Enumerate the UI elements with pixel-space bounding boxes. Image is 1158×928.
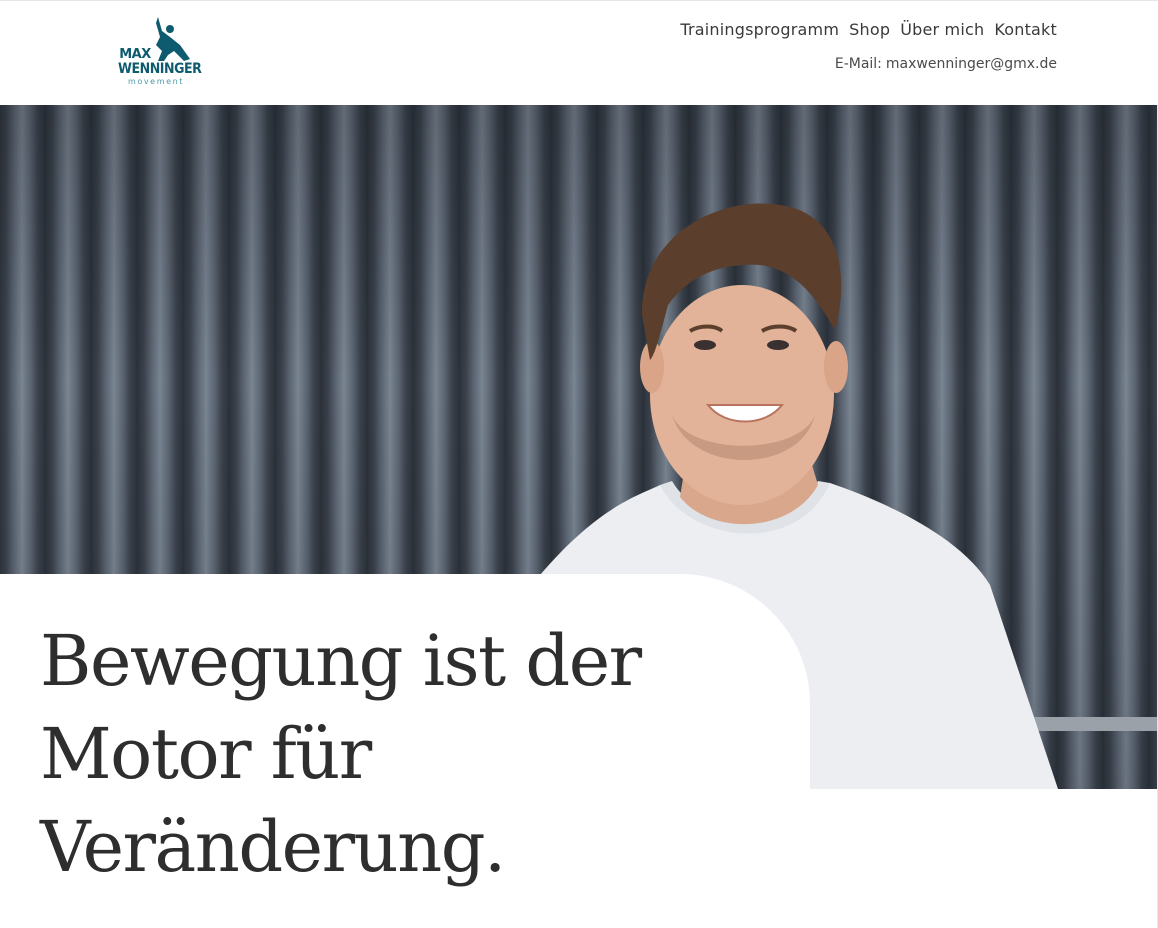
nav-ueber-mich[interactable]: Über mich (900, 20, 984, 39)
email-link[interactable]: maxwenninger@gmx.de (886, 56, 1057, 72)
headline-line-3: Veränderung. (40, 806, 506, 888)
main-nav: Trainingsprogramm Shop Über mich Kontakt (680, 20, 1057, 39)
brand-logo[interactable]: MAX WENNINGER movement (118, 15, 202, 91)
email-contact: E-Mail: maxwenninger@gmx.de (835, 56, 1057, 72)
logo-line-movement: movement (127, 77, 185, 86)
site-header: MAX WENNINGER movement Trainingsprogramm… (0, 1, 1158, 105)
logo-line-wenninger: WENNINGER (118, 61, 202, 77)
logo-line-max: MAX (119, 47, 151, 62)
nav-trainingsprogramm[interactable]: Trainingsprogramm (680, 20, 839, 39)
hero-headline: Bewegung ist der Motor für Veränderung. (40, 615, 760, 894)
headline-line-1: Bewegung ist der (40, 620, 642, 702)
headline-line-2: Motor für (40, 713, 372, 795)
nav-shop[interactable]: Shop (849, 20, 890, 39)
nav-kontakt[interactable]: Kontakt (994, 20, 1057, 39)
email-label: E-Mail: (834, 56, 882, 72)
